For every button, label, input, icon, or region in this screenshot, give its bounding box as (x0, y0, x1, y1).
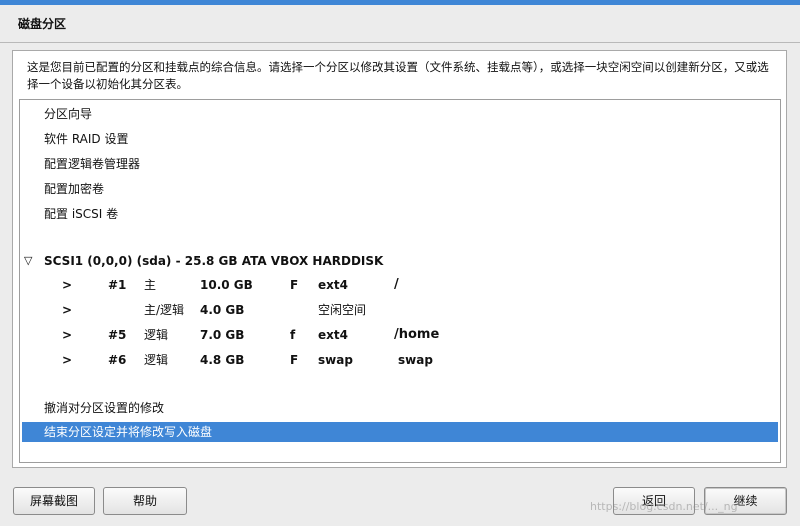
list-item-label: 配置 iSCSI 卷 (44, 207, 119, 221)
window-top-accent-bar (0, 0, 800, 5)
partition-panel: 这是您目前已配置的分区和挂载点的综合信息。请选择一个分区以修改其设置（文件系统、… (12, 50, 787, 468)
format-flag: F (290, 353, 299, 367)
partition-size: 7.0 GB (200, 328, 245, 342)
watermark-text: https://blog.csdn.net/..._ng (590, 500, 738, 513)
partition-row-5[interactable]: > #5 逻辑 7.0 GB f ext4 /home (22, 325, 778, 345)
screenshot-button[interactable]: 屏幕截图 (13, 487, 95, 515)
expand-triangle-icon[interactable]: ▽ (24, 251, 32, 271)
row-arrow-icon: > (62, 278, 73, 292)
partition-list[interactable]: 分区向导 软件 RAID 设置 配置逻辑卷管理器 配置加密卷 配置 iSCSI … (19, 99, 781, 463)
partition-type: 主 (144, 278, 157, 292)
partition-row-6[interactable]: > #6 逻辑 4.8 GB F swap swap (22, 350, 778, 370)
partition-size: 4.8 GB (200, 353, 245, 367)
list-item-label: 配置逻辑卷管理器 (44, 157, 141, 171)
list-item-partition-wizard[interactable]: 分区向导 (22, 104, 778, 124)
partition-size: 10.0 GB (200, 278, 253, 292)
instructions-text: 这是您目前已配置的分区和挂载点的综合信息。请选择一个分区以修改其设置（文件系统、… (27, 60, 769, 91)
disk-label: SCSI1 (0,0,0) (sda) - 25.8 GB ATA VBOX H… (44, 254, 384, 268)
mount-point: / (394, 277, 399, 292)
filesystem: 空闲空间 (318, 303, 367, 317)
format-flag: F (290, 278, 299, 292)
list-item-label: 配置加密卷 (44, 182, 105, 196)
mount-point: swap (398, 353, 433, 367)
mount-point: /home (394, 327, 440, 342)
list-item-lvm[interactable]: 配置逻辑卷管理器 (22, 154, 778, 174)
disk-row-sda[interactable]: ▽ SCSI1 (0,0,0) (sda) - 25.8 GB ATA VBOX… (22, 251, 778, 271)
help-button[interactable]: 帮助 (103, 487, 187, 515)
partition-number: #1 (108, 278, 127, 292)
partition-row-1[interactable]: > #1 主 10.0 GB F ext4 / (22, 275, 778, 295)
list-item-label: 结束分区设定并将修改写入磁盘 (44, 425, 213, 439)
partition-type: 逻辑 (144, 353, 169, 367)
list-item-software-raid[interactable]: 软件 RAID 设置 (22, 129, 778, 149)
partition-size: 4.0 GB (200, 303, 245, 317)
list-item-label: 软件 RAID 设置 (44, 132, 129, 146)
list-item-undo-changes[interactable]: 撤消对分区设置的修改 (22, 398, 778, 418)
partition-number: #6 (108, 353, 127, 367)
partition-number: #5 (108, 328, 127, 342)
list-item-label: 分区向导 (44, 107, 93, 121)
format-flag: f (290, 328, 296, 342)
partition-row-free[interactable]: > 主/逻辑 4.0 GB 空闲空间 (22, 300, 778, 320)
filesystem: swap (318, 353, 353, 367)
list-item-iscsi[interactable]: 配置 iSCSI 卷 (22, 204, 778, 224)
list-item-label: 撤消对分区设置的修改 (44, 401, 165, 415)
partition-type: 逻辑 (144, 328, 169, 342)
filesystem: ext4 (318, 278, 348, 292)
partition-type: 主/逻辑 (144, 303, 185, 317)
list-item-finish-partitioning[interactable]: 结束分区设定并将修改写入磁盘 (22, 422, 778, 442)
row-arrow-icon: > (62, 328, 73, 342)
page-title: 磁盘分区 (18, 17, 67, 31)
filesystem: ext4 (318, 328, 348, 342)
row-arrow-icon: > (62, 303, 73, 317)
list-item-encrypted-volumes[interactable]: 配置加密卷 (22, 179, 778, 199)
row-arrow-icon: > (62, 353, 73, 367)
title-divider (0, 42, 800, 43)
